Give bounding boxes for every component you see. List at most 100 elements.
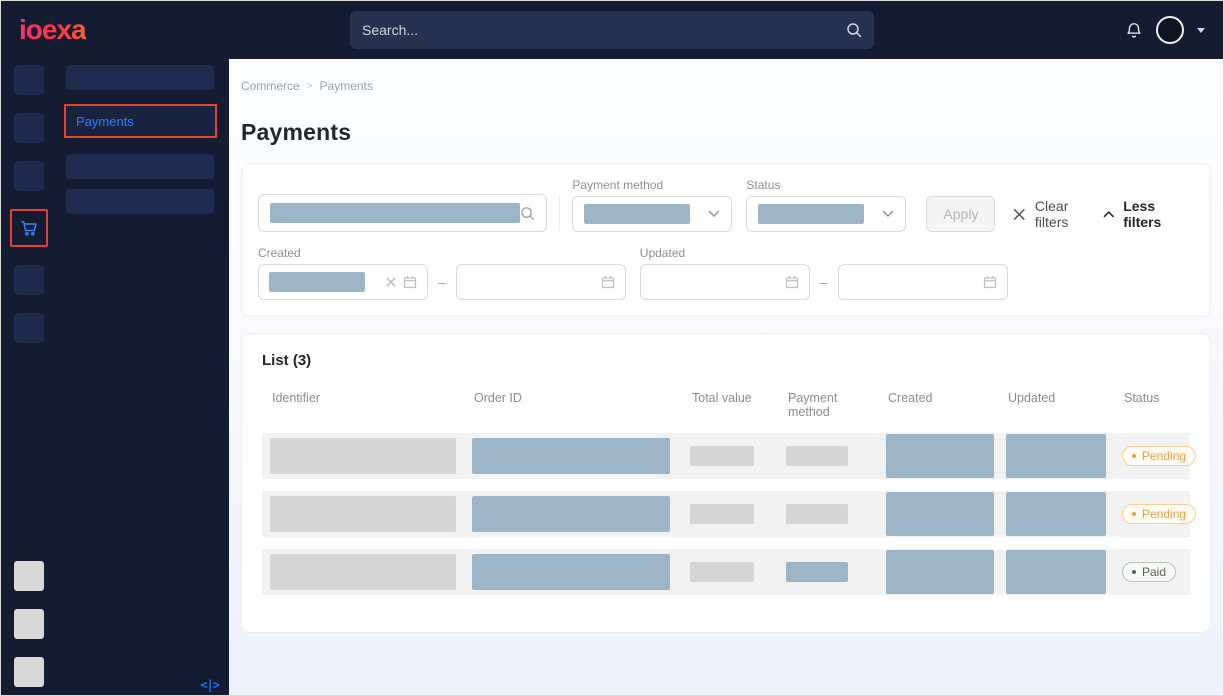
payment-method-value-placeholder — [584, 204, 690, 224]
payment-method-placeholder — [786, 446, 848, 466]
status-label: Pending — [1142, 507, 1186, 521]
chevron-down-icon — [708, 210, 720, 218]
updated-placeholder — [1006, 434, 1106, 478]
status-label: Pending — [1142, 449, 1186, 463]
table-header: Identifier Order ID Total value Payment … — [262, 385, 1190, 433]
less-filters-label: Less filters — [1123, 198, 1194, 230]
payments-list-panel: List (3) Identifier Order ID Total value… — [241, 333, 1211, 633]
user-avatar[interactable] — [1156, 16, 1184, 44]
app-logo[interactable]: ioexa — [19, 14, 86, 46]
sidebar-item-placeholder-3[interactable] — [66, 189, 214, 214]
updated-placeholder — [1006, 550, 1106, 594]
col-identifier: Identifier — [272, 391, 462, 405]
created-label: Created — [258, 246, 626, 260]
status-dot-icon — [1132, 454, 1136, 458]
table-row[interactable]: Paid — [262, 549, 1190, 595]
search-icon — [520, 206, 535, 221]
rail-nav-item-commerce-highlighted[interactable] — [10, 209, 48, 247]
col-order-id: Order ID — [474, 391, 680, 405]
breadcrumb-separator: > — [307, 81, 313, 92]
updated-placeholder — [1006, 492, 1106, 536]
calendar-icon[interactable] — [983, 275, 997, 289]
created-placeholder — [886, 550, 994, 594]
status-select[interactable] — [746, 196, 906, 232]
payment-method-label: Payment method — [572, 178, 732, 192]
less-filters-button[interactable]: Less filters — [1103, 196, 1194, 232]
created-range-field: Created — [258, 246, 626, 300]
identifier-placeholder — [270, 554, 456, 590]
icon-rail — [1, 59, 56, 695]
updated-from-date-input[interactable] — [640, 264, 810, 300]
created-placeholder — [886, 434, 994, 478]
search-input[interactable] — [362, 22, 846, 38]
payment-method-placeholder — [786, 562, 848, 582]
calendar-icon[interactable] — [403, 275, 417, 289]
col-updated: Updated — [1008, 391, 1112, 405]
table-row[interactable]: Pending — [262, 433, 1190, 479]
filters-divider — [559, 197, 560, 231]
rail-nav-item-6[interactable] — [14, 313, 44, 343]
rail-nav-item-5[interactable] — [14, 265, 44, 295]
rail-nav-item-3[interactable] — [14, 161, 44, 191]
app-window: ioexa — [0, 0, 1224, 696]
created-from-date-input[interactable] — [258, 264, 428, 300]
chevron-down-icon — [882, 210, 894, 218]
sidebar-item-payments-label: Payments — [76, 114, 134, 129]
app-body: Payments <|> Commerce > Payments Payment… — [1, 59, 1223, 695]
total-value-placeholder — [690, 562, 754, 582]
status-value-placeholder — [758, 204, 864, 224]
col-status: Status — [1124, 391, 1190, 405]
list-title: List (3) — [262, 352, 1190, 369]
apply-button[interactable]: Apply — [926, 196, 995, 232]
created-from-value-placeholder — [269, 272, 365, 292]
rail-bottom-item-2[interactable] — [14, 609, 44, 639]
chevron-up-icon — [1103, 210, 1115, 218]
payment-method-field: Payment method — [572, 178, 732, 232]
table-row[interactable]: Pending — [262, 491, 1190, 537]
notifications-bell-icon[interactable] — [1125, 21, 1143, 40]
col-created: Created — [888, 391, 996, 405]
global-search[interactable] — [350, 11, 874, 49]
col-total-value: Total value — [692, 391, 776, 405]
updated-to-date-input[interactable] — [838, 264, 1008, 300]
status-badge: Paid — [1122, 562, 1176, 582]
rail-nav-item-2[interactable] — [14, 113, 44, 143]
status-dot-icon — [1132, 570, 1136, 574]
calendar-icon[interactable] — [785, 275, 799, 289]
clear-filters-button[interactable]: Clear filters — [1013, 196, 1102, 232]
order-id-placeholder — [472, 438, 670, 474]
sidebar-item-placeholder-2[interactable] — [66, 154, 214, 179]
sidebar-item-payments-active[interactable]: Payments — [64, 104, 217, 138]
sidebar-collapse-icon[interactable]: <|> — [200, 678, 219, 692]
range-dash: – — [436, 274, 448, 290]
payment-method-placeholder — [786, 504, 848, 524]
calendar-icon[interactable] — [601, 275, 615, 289]
rail-bottom-item-1[interactable] — [14, 561, 44, 591]
x-icon — [1013, 208, 1025, 221]
order-id-placeholder — [472, 554, 670, 590]
breadcrumb-commerce[interactable]: Commerce — [241, 79, 300, 93]
filter-search-input[interactable] — [258, 194, 547, 232]
filter-search-value-placeholder — [270, 203, 520, 223]
filters-row-1: Payment method Status — [258, 178, 1194, 232]
status-dot-icon — [1132, 512, 1136, 516]
clear-date-icon[interactable] — [386, 277, 396, 287]
rail-bottom-group — [14, 561, 44, 687]
total-value-placeholder — [690, 504, 754, 524]
status-badge: Pending — [1122, 504, 1196, 524]
topbar: ioexa — [1, 1, 1223, 59]
status-label: Paid — [1142, 565, 1166, 579]
search-icon[interactable] — [846, 22, 862, 38]
created-to-date-input[interactable] — [456, 264, 626, 300]
status-badge: Pending — [1122, 446, 1196, 466]
identifier-placeholder — [270, 496, 456, 532]
sidebar: Payments <|> — [56, 59, 229, 695]
total-value-placeholder — [690, 446, 754, 466]
user-menu-caret-icon[interactable] — [1197, 28, 1205, 33]
sidebar-item-placeholder-1[interactable] — [66, 65, 214, 90]
updated-label: Updated — [640, 246, 1008, 260]
payment-method-select[interactable] — [572, 196, 732, 232]
rail-nav-item-1[interactable] — [14, 65, 44, 95]
status-label: Status — [746, 178, 906, 192]
rail-bottom-item-3[interactable] — [14, 657, 44, 687]
